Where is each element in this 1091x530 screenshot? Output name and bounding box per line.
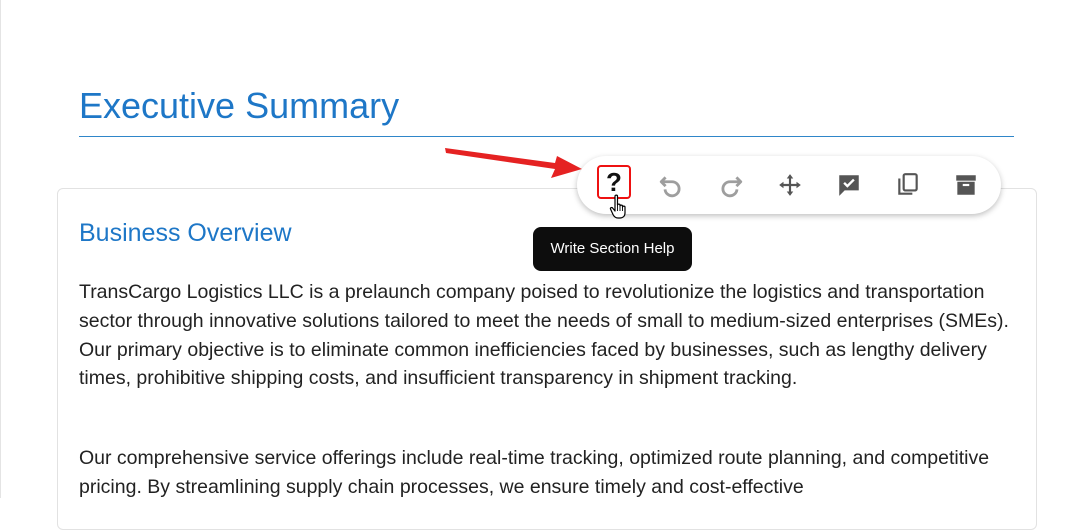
tooltip: Write Section Help: [533, 227, 692, 271]
approve-icon: [839, 175, 859, 196]
archive-icon: [956, 175, 976, 195]
section-paragraph-2: Our comprehensive service offerings incl…: [79, 447, 990, 498]
section-title: Business Overview: [79, 219, 292, 247]
approve-button[interactable]: [833, 169, 865, 201]
redo-button[interactable]: [715, 169, 747, 201]
page-left-border: [0, 0, 1, 498]
title-divider: [79, 136, 1014, 137]
page-title: Executive Summary: [79, 85, 400, 126]
move-icon: [779, 174, 801, 196]
copy-button[interactable]: [892, 169, 924, 201]
section-paragraph-1: TransCargo Logistics LLC is a prelaunch …: [79, 281, 1009, 390]
help-icon: ?: [606, 167, 622, 197]
hand-cursor-icon: [609, 194, 626, 219]
move-button[interactable]: [774, 169, 806, 201]
undo-icon: [659, 176, 681, 198]
redo-icon: [721, 176, 743, 198]
undo-button[interactable]: [655, 169, 687, 201]
archive-button[interactable]: [950, 169, 982, 201]
copy-icon: [898, 173, 918, 195]
section-toolbar: ?: [577, 156, 1001, 214]
